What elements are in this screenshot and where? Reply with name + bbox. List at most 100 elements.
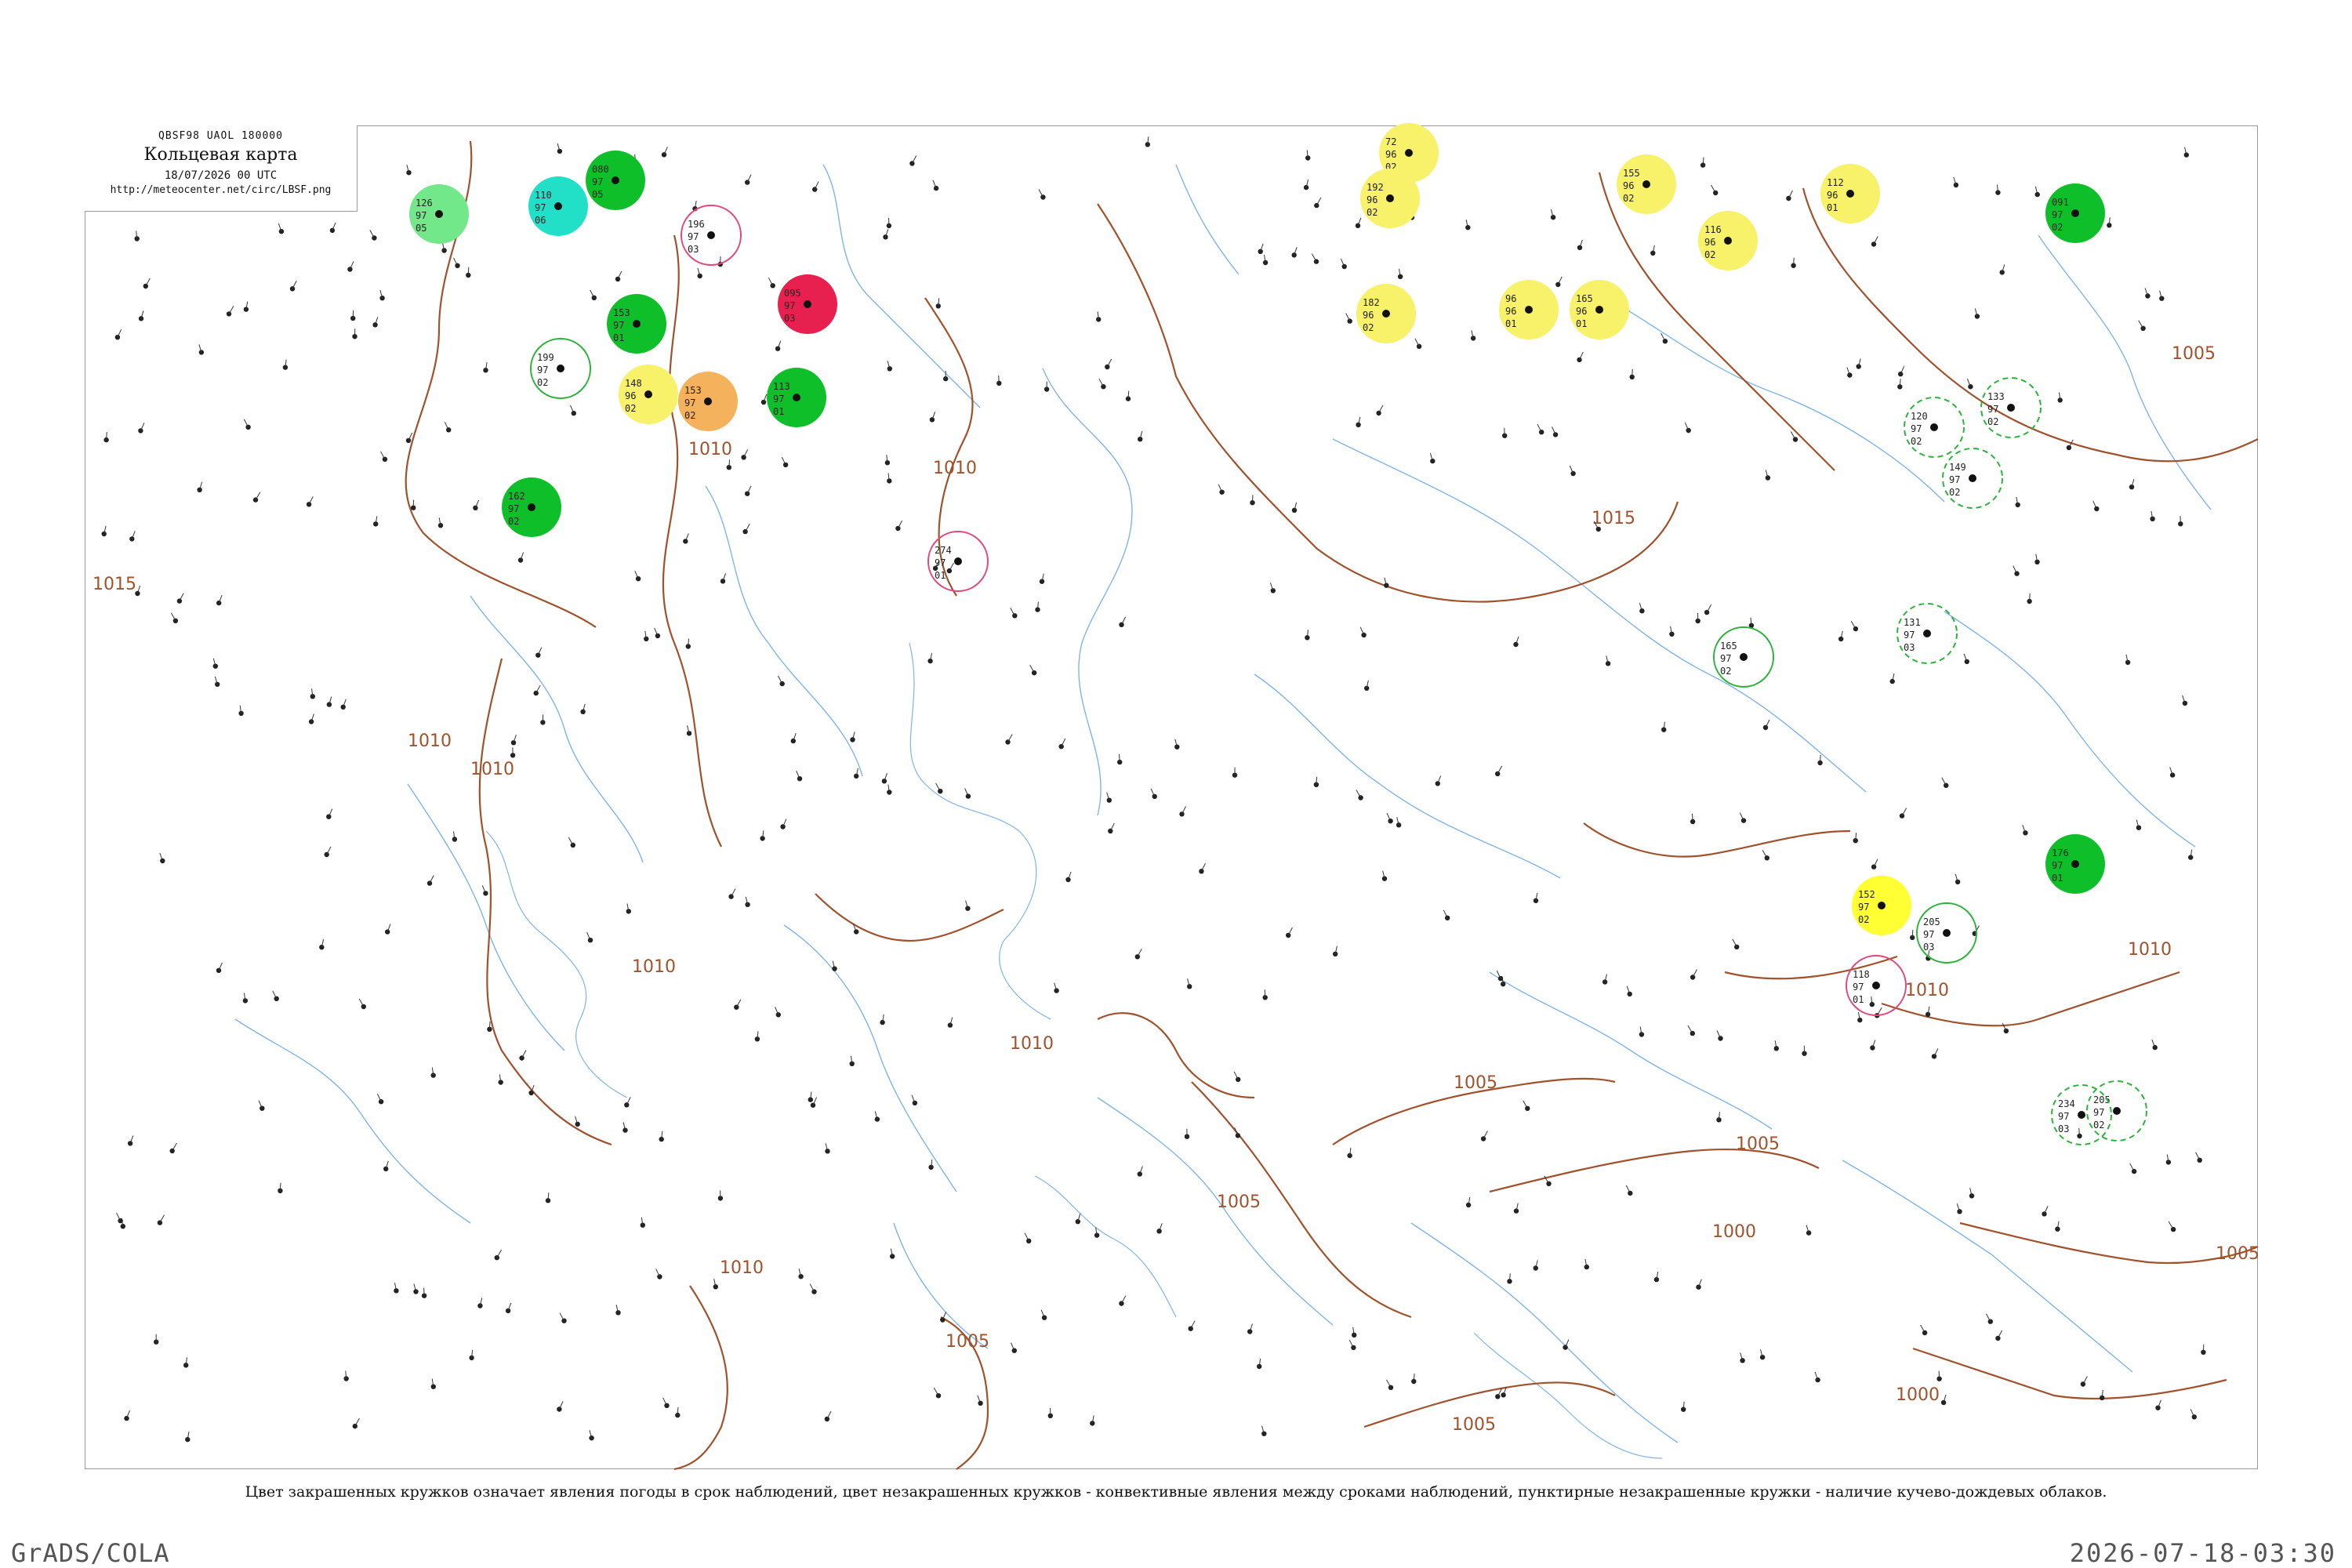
station-value-mid: 97: [1923, 929, 1934, 940]
station-dot: [379, 296, 385, 301]
station-marker: 2059702: [2086, 1080, 2147, 1142]
station-value-top: 153: [613, 307, 630, 318]
station-value-top: 72: [1385, 136, 1396, 147]
map-caption: Цвет закрашенных кружков означает явлени…: [245, 1483, 2107, 1501]
isobar-label: 1010: [688, 440, 732, 459]
station-dot: [775, 346, 781, 351]
station-marker: 165 9601: [1570, 280, 1629, 339]
station-marker: 09197 02: [2045, 183, 2105, 243]
station-dot: [2197, 1157, 2202, 1163]
station-dot: [954, 557, 962, 565]
station-value-bot: 02: [684, 410, 695, 421]
station-dot: [2152, 1044, 2158, 1051]
station-dot: [2071, 209, 2079, 217]
station-marker: 11097 06: [528, 176, 588, 236]
isobar-label: 1010: [2128, 940, 2172, 960]
station-marker: 176 97 01: [2045, 834, 2105, 894]
station-dot: [473, 505, 478, 510]
station-marker: 15596 02: [1617, 154, 1676, 214]
station-dot: [557, 365, 564, 372]
wind-barb: [2029, 593, 2031, 602]
station-dot: [1199, 869, 1204, 874]
station-value-mid: 97: [592, 176, 603, 187]
station-dot: [385, 929, 390, 935]
station-dot: [1405, 149, 1413, 157]
isobar-label: 1010: [933, 459, 977, 478]
station-dot: [1495, 1394, 1501, 1399]
station-value-top: 152: [1858, 889, 1875, 900]
station-dot: [804, 300, 811, 308]
station-value-mid: 96: [1623, 180, 1634, 191]
station-dot: [615, 276, 621, 282]
station-dot: [2078, 1111, 2085, 1119]
station-dot: [1642, 180, 1650, 188]
station-dot: [329, 227, 336, 234]
station-marker: 12097 02: [1904, 397, 1965, 458]
map-title: Кольцевая карта: [143, 145, 298, 165]
station-value-mid: 97: [935, 557, 946, 568]
isobar-label: 1010: [720, 1258, 764, 1278]
wind-barb: [496, 1249, 502, 1258]
isobar-label: 1010: [470, 760, 514, 779]
station-dot: [340, 704, 346, 710]
station-dot: [1724, 237, 1732, 245]
station-dot: [505, 1308, 511, 1314]
station-value-top: 149: [1949, 462, 1966, 473]
station-dot: [2136, 825, 2142, 830]
station-dot: [1031, 670, 1037, 676]
station-dot: [1953, 182, 1959, 188]
station-dot: [2071, 860, 2079, 868]
station-dot: [1026, 1238, 1032, 1244]
station-value-bot: 01: [1576, 318, 1587, 329]
station-dot: [707, 231, 715, 239]
wind-barb: [688, 638, 689, 647]
wind-barb: [933, 1387, 939, 1396]
station-value-mid: 97: [613, 320, 624, 331]
station-value-mid: 97: [508, 503, 519, 514]
station-value-bot: 02: [625, 403, 636, 414]
station-dot: [2131, 1168, 2137, 1174]
station-value-bot: 01: [1853, 994, 1864, 1005]
station-dot: [306, 502, 312, 507]
station-value-top: 205: [1923, 916, 1940, 927]
station-marker: 12697 05: [409, 184, 469, 244]
wind-barb: [228, 306, 234, 314]
station-dot: [1386, 194, 1394, 202]
station-dot: [1388, 818, 1393, 824]
isobar-label: 1000: [1896, 1385, 1940, 1405]
station-value-top: 116: [1704, 224, 1722, 235]
station-marker: 205 97 03: [1916, 902, 1977, 964]
station-dot: [1361, 632, 1367, 638]
station-value-top: 96: [1505, 293, 1516, 304]
isobar-label: 1005: [2172, 344, 2216, 364]
station-dot: [2042, 1211, 2047, 1217]
station-dot: [644, 390, 652, 398]
wind-barb: [255, 492, 261, 500]
station-dot: [1931, 1054, 1937, 1059]
map-header: QBSF98 UAOL 180000 Кольцевая карта 18/07…: [85, 125, 358, 212]
station-dot: [824, 1416, 830, 1422]
station-value-bot: 02: [508, 516, 519, 527]
station-marker: 112 9601: [1820, 164, 1880, 223]
station-dot: [1247, 1329, 1253, 1334]
station-value-top: 162: [508, 491, 525, 502]
isobar-label: 1005: [946, 1332, 989, 1352]
station-dot: [811, 1289, 817, 1294]
station-dot: [1595, 306, 1603, 314]
station-dot: [2140, 325, 2146, 331]
station-dot: [561, 1318, 567, 1323]
station-value-mid: 96: [1385, 149, 1396, 160]
source-url: http://meteocenter.net/circ/LBSF.png: [110, 184, 332, 196]
station-marker: 08097 05: [586, 151, 645, 210]
isobar-label: 1010: [408, 731, 452, 751]
station-dot: [1291, 252, 1297, 258]
station-value-mid: 96: [1704, 237, 1715, 248]
station-dot: [810, 1102, 816, 1108]
wind-barb: [998, 375, 1000, 383]
station-value-bot: 01: [613, 332, 624, 343]
station-marker: 969601: [1499, 280, 1559, 339]
station-dot: [946, 568, 953, 574]
station-value-bot: 01: [935, 570, 946, 581]
station-dot: [2094, 506, 2100, 512]
isobar-label: 1010: [1010, 1034, 1054, 1054]
